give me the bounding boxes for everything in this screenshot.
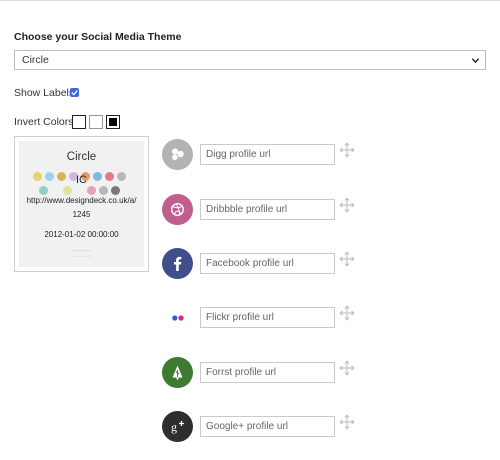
invert-colors-label: Invert Colors — [14, 116, 74, 128]
forrst-url-input[interactable] — [200, 362, 335, 383]
preview-title: Circle — [66, 151, 97, 163]
flickr-row — [162, 302, 362, 334]
preview-number: 1245 — [72, 210, 91, 219]
move-handle-icon[interactable] — [339, 251, 355, 267]
theme-select[interactable]: Circle — [14, 50, 486, 70]
googleplus-icon: g — [162, 411, 193, 442]
move-handle-icon[interactable] — [339, 197, 355, 213]
top-divider — [0, 0, 500, 1]
flickr-url-input[interactable] — [200, 307, 335, 328]
dribbble-url-input[interactable] — [200, 199, 335, 220]
move-handle-icon[interactable] — [339, 414, 355, 430]
move-handle-icon[interactable] — [339, 305, 355, 321]
theme-label: Choose your Social Media Theme — [14, 31, 182, 43]
invert-option-light[interactable] — [89, 115, 103, 129]
preview-icon-row-2 — [33, 186, 129, 196]
theme-preview: Circle IC http://www.designdeck.co.uk/a/… — [14, 136, 149, 272]
preview-url: http://www.designdeck.co.uk/a/ — [26, 196, 137, 205]
digg-icon — [162, 139, 193, 170]
dribbble-row — [162, 194, 362, 226]
facebook-icon — [162, 248, 193, 279]
theme-preview-image: Circle IC http://www.designdeck.co.uk/a/… — [19, 141, 144, 267]
flickr-icon — [162, 302, 193, 333]
move-handle-icon[interactable] — [339, 142, 355, 158]
chevron-down-icon — [471, 58, 480, 64]
digg-row — [162, 139, 362, 171]
preview-ic: IC — [76, 174, 87, 186]
dribbble-icon — [162, 194, 193, 225]
preview-credit-small: ——————— — [71, 254, 92, 258]
invert-option-white[interactable] — [72, 115, 86, 129]
preview-credit: ————— — [72, 248, 91, 252]
checkmark-icon — [71, 90, 78, 96]
forrst-icon — [162, 357, 193, 388]
preview-date: 2012-01-02 00:00:00 — [44, 230, 119, 239]
show-labels-checkbox[interactable] — [70, 88, 79, 97]
facebook-row — [162, 248, 362, 280]
show-labels-label: Show Labels — [14, 87, 75, 99]
googleplus-row: g — [162, 411, 362, 443]
googleplus-url-input[interactable] — [200, 416, 335, 437]
move-handle-icon[interactable] — [339, 360, 355, 376]
svg-text:g: g — [171, 420, 177, 434]
facebook-url-input[interactable] — [200, 253, 335, 274]
digg-url-input[interactable] — [200, 144, 335, 165]
theme-select-value: Circle — [22, 54, 49, 66]
invert-option-black[interactable] — [106, 115, 120, 129]
forrst-row — [162, 357, 362, 389]
